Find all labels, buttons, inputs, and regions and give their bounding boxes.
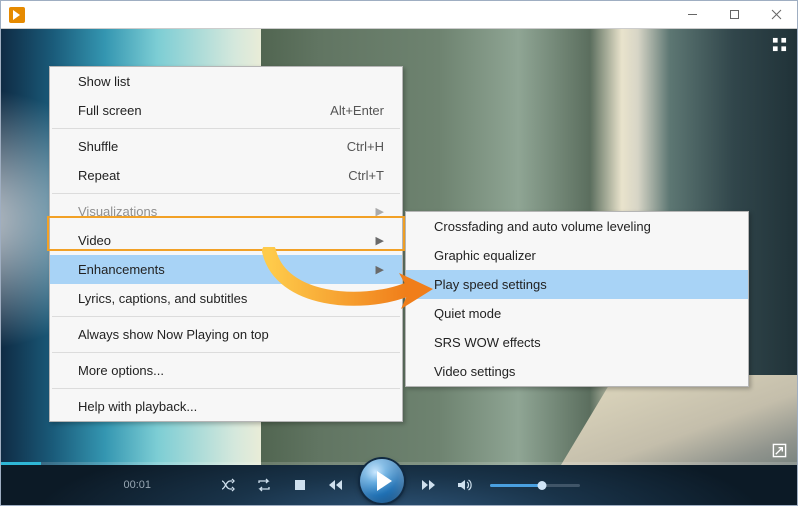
menu-shortcut: Ctrl+H	[347, 139, 384, 154]
menu-label: Video	[78, 233, 111, 248]
menu-more-options[interactable]: More options...	[50, 356, 402, 385]
chevron-right-icon: ▶	[376, 292, 384, 305]
menu-separator	[52, 316, 400, 317]
menu-shortcut: Ctrl+T	[348, 168, 384, 183]
menu-label: Visualizations	[78, 204, 157, 219]
menu-separator	[52, 128, 400, 129]
menu-label: Crossfading and auto volume leveling	[434, 219, 651, 234]
previous-button[interactable]	[321, 470, 351, 500]
menu-separator	[52, 352, 400, 353]
volume-slider[interactable]	[490, 484, 580, 487]
menu-label: Enhancements	[78, 262, 165, 277]
volume-thumb[interactable]	[538, 481, 547, 490]
mute-button[interactable]	[449, 470, 479, 500]
chevron-right-icon: ▶	[376, 263, 384, 276]
app-icon	[9, 7, 25, 23]
submenu-quiet-mode[interactable]: Quiet mode	[406, 299, 748, 328]
menu-label: Help with playback...	[78, 399, 197, 414]
titlebar	[1, 1, 797, 29]
menu-shortcut: Alt+Enter	[330, 103, 384, 118]
chevron-right-icon: ▶	[376, 234, 384, 247]
menu-label: More options...	[78, 363, 164, 378]
menu-visualizations: Visualizations ▶	[50, 197, 402, 226]
fullscreen-icon[interactable]	[772, 443, 787, 461]
view-library-icon[interactable]	[772, 37, 787, 55]
menu-separator	[52, 388, 400, 389]
menu-enhancements[interactable]: Enhancements ▶	[50, 255, 402, 284]
menu-label: Shuffle	[78, 139, 118, 154]
menu-label: Video settings	[434, 364, 515, 379]
menu-shuffle[interactable]: Shuffle Ctrl+H	[50, 132, 402, 161]
minimize-button[interactable]	[671, 1, 713, 28]
menu-label: Repeat	[78, 168, 120, 183]
volume-fill	[490, 484, 542, 487]
menu-separator	[52, 193, 400, 194]
shuffle-button[interactable]	[213, 470, 243, 500]
submenu-srs-wow[interactable]: SRS WOW effects	[406, 328, 748, 357]
menu-show-list[interactable]: Show list	[50, 67, 402, 96]
context-menu: Show list Full screen Alt+Enter Shuffle Ct…	[49, 66, 403, 422]
close-button[interactable]	[755, 1, 797, 28]
menu-label: Play speed settings	[434, 277, 547, 292]
menu-label: Graphic equalizer	[434, 248, 536, 263]
menu-label: Full screen	[78, 103, 142, 118]
stop-button[interactable]	[285, 470, 315, 500]
submenu-crossfading[interactable]: Crossfading and auto volume leveling	[406, 212, 748, 241]
menu-always-on-top[interactable]: Always show Now Playing on top	[50, 320, 402, 349]
submenu-graphic-equalizer[interactable]: Graphic equalizer	[406, 241, 748, 270]
maximize-button[interactable]	[713, 1, 755, 28]
play-button[interactable]	[360, 459, 404, 503]
enhancements-submenu: Crossfading and auto volume leveling Gra…	[405, 211, 749, 387]
repeat-button[interactable]	[249, 470, 279, 500]
menu-lyrics[interactable]: Lyrics, captions, and subtitles ▶	[50, 284, 402, 313]
next-button[interactable]	[413, 470, 443, 500]
submenu-video-settings[interactable]: Video settings	[406, 357, 748, 386]
menu-label: Quiet mode	[434, 306, 501, 321]
chevron-right-icon: ▶	[376, 205, 384, 218]
menu-help-playback[interactable]: Help with playback...	[50, 392, 402, 421]
menu-video[interactable]: Video ▶	[50, 226, 402, 255]
menu-label: Always show Now Playing on top	[78, 327, 269, 342]
submenu-play-speed[interactable]: Play speed settings	[406, 270, 748, 299]
player-controls: 00:01	[1, 465, 797, 505]
menu-label: Lyrics, captions, and subtitles	[78, 291, 247, 306]
menu-label: SRS WOW effects	[434, 335, 541, 350]
menu-full-screen[interactable]: Full screen Alt+Enter	[50, 96, 402, 125]
app-window: 00:01 Show list Full screen Alt+Enter Shu…	[0, 0, 798, 506]
elapsed-time: 00:01	[1, 479, 151, 491]
menu-repeat[interactable]: Repeat Ctrl+T	[50, 161, 402, 190]
menu-label: Show list	[78, 74, 130, 89]
